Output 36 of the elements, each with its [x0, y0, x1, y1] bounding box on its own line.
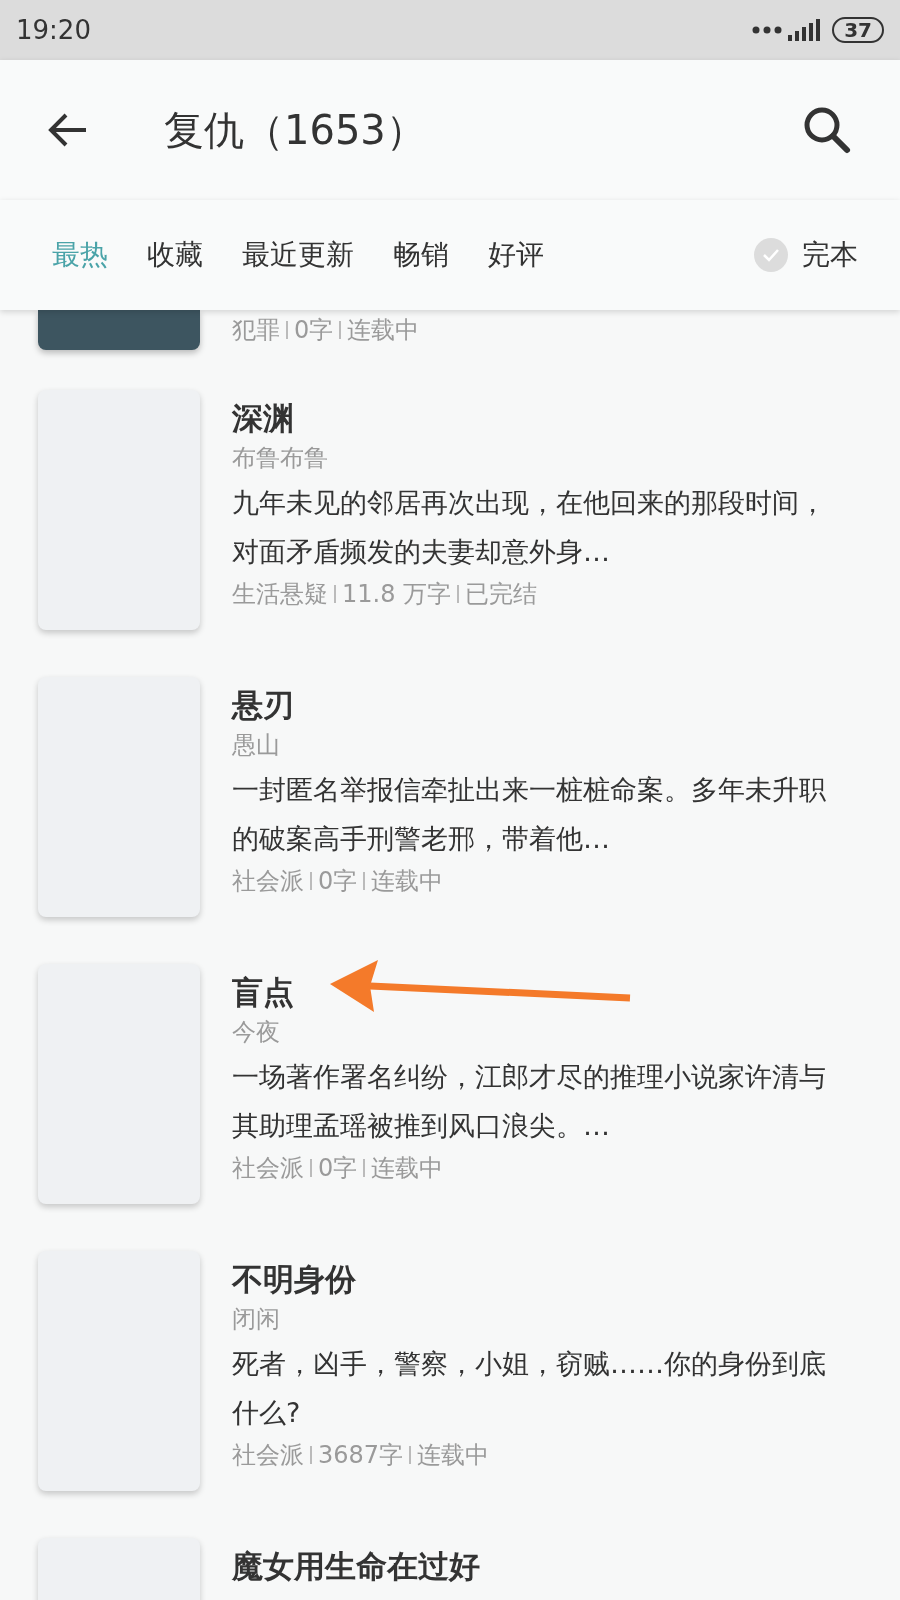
book-meta: 生活悬疑 11.8 万字 已完结 [232, 579, 539, 610]
book-title[interactable]: 深渊 [232, 398, 842, 438]
book-title[interactable]: 不明身份 [232, 1259, 842, 1299]
book-meta: 社会派 3687字 连载中 [232, 1440, 491, 1471]
book-meta: 社会派 0字 连载中 [232, 866, 445, 897]
book-cover[interactable] [38, 310, 200, 350]
book-author: 闭闲 [232, 1304, 281, 1335]
book-author: 布鲁布鲁 [232, 443, 329, 474]
finished-filter-label[interactable]: 完本 [802, 234, 858, 276]
book-description: 一场著作署名纠纷，江郎才尽的推理小说家许清与其助理孟瑶被推到风口浪尖。… [232, 1060, 827, 1143]
book-title[interactable]: 盲点 [232, 972, 842, 1012]
back-arrow-icon[interactable] [48, 112, 88, 148]
book-cover[interactable] [38, 390, 200, 630]
search-icon[interactable] [802, 105, 852, 155]
book-title[interactable]: 魔女用生命在过好 [232, 1548, 480, 1584]
page-title: 复仇（1653） [164, 106, 426, 155]
book-cover[interactable] [38, 1251, 200, 1491]
book-cover[interactable] [38, 677, 200, 917]
book-description: 死者，凶手，警察，小姐，窃贼……你的身份到底什么? [232, 1347, 827, 1430]
sort-tab[interactable]: 畅销 [383, 234, 459, 276]
sort-tab[interactable]: 好评 [478, 234, 554, 276]
book-description: 一封匿名举报信牵扯出来一桩桩命案。多年未升职的破案高手刑警老邢，带着他… [232, 773, 827, 856]
book-meta: 犯罪 0字 连载中 [232, 315, 420, 346]
battery-indicator: 37 [832, 17, 884, 43]
book-title[interactable]: 悬刃 [232, 685, 842, 725]
status-time: 19:20 [16, 13, 91, 47]
book-description: 九年未见的邻居再次出现，在他回来的那段时间，对面矛盾频发的夫妻却意外身… [232, 486, 827, 569]
sort-tab[interactable]: 最近更新 [232, 234, 364, 276]
book-cover[interactable] [38, 964, 200, 1204]
signal-icon [788, 19, 821, 41]
book-author: 今夜 [232, 1017, 281, 1048]
book-author: 愚山 [232, 730, 281, 761]
book-meta: 社会派 0字 连载中 [232, 1153, 445, 1184]
check-circle-icon[interactable] [754, 238, 788, 272]
sort-tab[interactable]: 收藏 [137, 234, 213, 276]
more-dots-icon [752, 25, 783, 35]
